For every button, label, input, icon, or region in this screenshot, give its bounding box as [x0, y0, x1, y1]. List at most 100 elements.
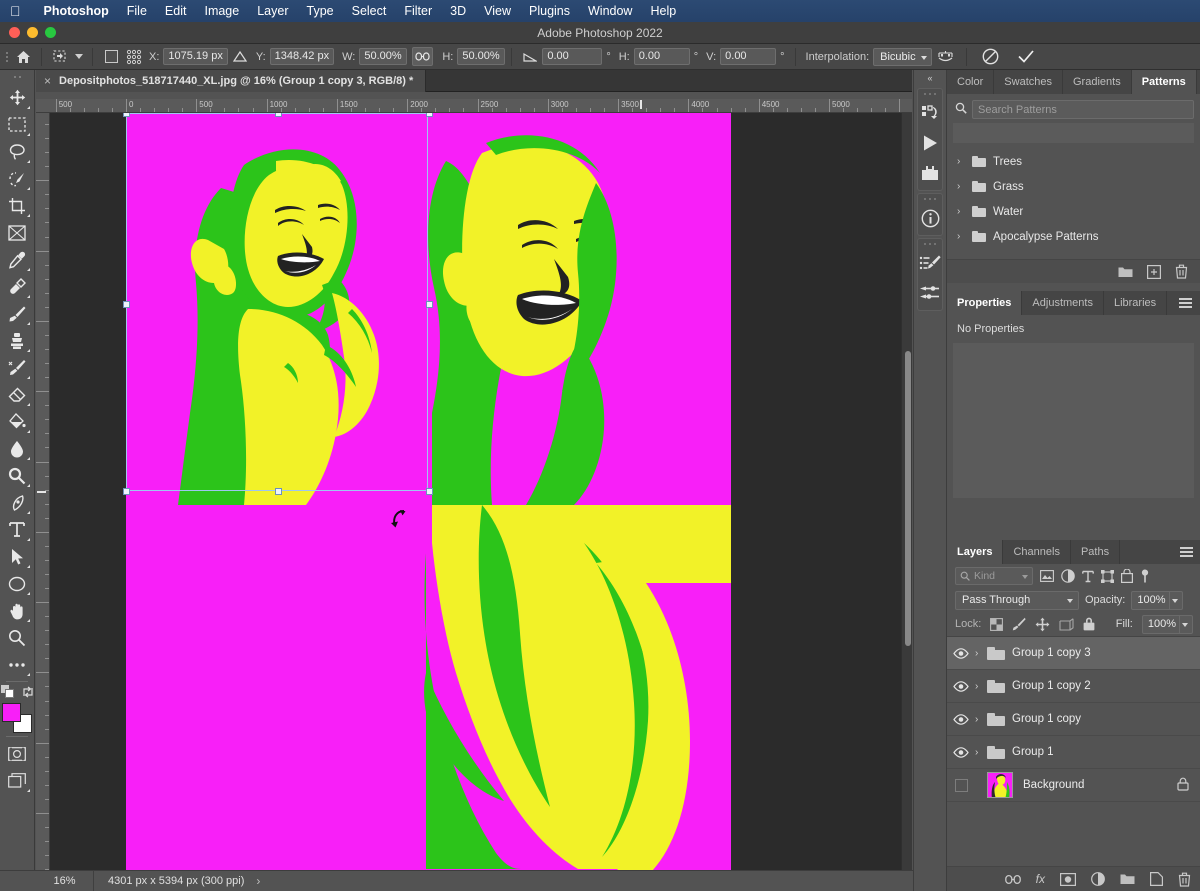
ellipse-tool[interactable] — [2, 570, 32, 597]
pen-tool[interactable] — [2, 489, 32, 516]
collapse-panels-icon[interactable]: « — [914, 70, 946, 86]
menu-item-edit[interactable]: Edit — [156, 4, 196, 18]
vertical-ruler[interactable]: 0500100015002000250030003500400045005000 — [36, 113, 50, 870]
hand-tool[interactable] — [2, 597, 32, 624]
auto-select-checkbox[interactable] — [99, 47, 123, 67]
pattern-group-row[interactable]: ›Grass — [947, 174, 1200, 199]
tab-color[interactable]: Color — [947, 70, 994, 94]
chevron-right-icon[interactable]: › — [957, 181, 965, 192]
chevron-right-icon[interactable]: › — [256, 874, 260, 888]
chevron-right-icon[interactable]: › — [975, 681, 987, 692]
chevron-right-icon[interactable]: › — [975, 714, 987, 725]
artboard[interactable] — [126, 113, 731, 870]
reference-point-grid-icon[interactable] — [123, 47, 145, 67]
chevron-right-icon[interactable]: › — [957, 231, 965, 242]
tab-properties[interactable]: Properties — [947, 291, 1022, 315]
new-group-icon[interactable] — [1118, 266, 1133, 278]
layer-row[interactable]: ›Group 1 copy 2 — [947, 670, 1200, 703]
relative-position-icon[interactable] — [228, 47, 252, 67]
lasso-tool[interactable] — [2, 138, 32, 165]
lock-image-pixels-icon[interactable] — [1012, 617, 1026, 631]
chevron-right-icon[interactable]: › — [975, 648, 987, 659]
layer-row[interactable]: ›Group 1 copy 3 — [947, 637, 1200, 670]
brushes-icon[interactable] — [918, 278, 942, 308]
menu-item-plugins[interactable]: Plugins — [520, 4, 579, 18]
y-position-input[interactable]: 1348.42 px — [270, 48, 334, 65]
panel-menu-icon[interactable] — [1171, 291, 1200, 315]
layer-visibility-toggle[interactable] — [947, 681, 975, 692]
menu-item-view[interactable]: View — [475, 4, 520, 18]
panel-grip[interactable] — [918, 241, 942, 248]
libraries-icon[interactable] — [918, 98, 942, 128]
layer-styles-fx-icon[interactable]: fx — [1036, 872, 1045, 886]
menu-item-photoshop[interactable]: Photoshop — [35, 4, 118, 18]
add-mask-icon[interactable] — [1060, 873, 1076, 886]
crop-tool[interactable] — [2, 192, 32, 219]
blend-mode-select[interactable]: Pass Through — [955, 591, 1079, 610]
tools-panel-grip[interactable] — [7, 72, 27, 82]
zoom-tool[interactable] — [2, 624, 32, 651]
tab-libraries[interactable]: Libraries — [1104, 291, 1167, 315]
zoom-level[interactable]: 16% — [36, 871, 94, 891]
tab-channels[interactable]: Channels — [1003, 540, 1070, 564]
foreground-color-swatch[interactable] — [2, 703, 21, 722]
move-tool-preset-icon[interactable] — [48, 47, 72, 67]
menu-item-3d[interactable]: 3D — [441, 4, 475, 18]
link-chain-icon[interactable] — [412, 47, 433, 66]
smart-object-filter-icon[interactable] — [1121, 569, 1133, 583]
menu-item-select[interactable]: Select — [343, 4, 396, 18]
x-position-input[interactable]: 1075.19 px — [163, 48, 227, 65]
warp-mode-icon[interactable] — [932, 47, 960, 67]
rotation-angle-input[interactable]: 0.00 — [542, 48, 602, 65]
panel-menu-icon[interactable] — [1172, 540, 1200, 564]
tab-swatches[interactable]: Swatches — [994, 70, 1063, 94]
scrollbar-thumb[interactable] — [905, 351, 911, 646]
lock-position-icon[interactable] — [1035, 617, 1050, 632]
canvas-vertical-scrollbar[interactable] — [901, 113, 912, 870]
swap-colors-icon[interactable] — [22, 686, 34, 701]
layer-visibility-toggle[interactable] — [947, 648, 975, 659]
type-layers-filter-icon[interactable] — [1082, 570, 1094, 583]
path-selection-tool[interactable] — [2, 543, 32, 570]
rotate-angle-icon[interactable] — [518, 47, 542, 67]
new-group-icon[interactable] — [1120, 873, 1135, 885]
shape-layers-filter-icon[interactable] — [1101, 570, 1114, 583]
spot-healing-brush-tool[interactable] — [2, 273, 32, 300]
lock-all-icon[interactable] — [1083, 617, 1095, 631]
object-selection-tool[interactable] — [2, 165, 32, 192]
play-actions-icon[interactable] — [918, 128, 942, 158]
layer-row[interactable]: Background — [947, 769, 1200, 802]
layer-visibility-toggle[interactable] — [947, 779, 975, 792]
dodge-tool[interactable] — [2, 462, 32, 489]
new-pattern-icon[interactable] — [1147, 265, 1161, 279]
eraser-tool[interactable] — [2, 381, 32, 408]
lock-artboard-nesting-icon[interactable] — [1059, 618, 1074, 631]
menu-item-window[interactable]: Window — [579, 4, 641, 18]
layer-filter-kind-select[interactable]: Kind — [955, 567, 1033, 585]
history-icon[interactable] — [918, 158, 942, 188]
panel-grip[interactable] — [918, 196, 942, 203]
height-input[interactable]: 50.00% — [457, 48, 505, 65]
tab-adjustments[interactable]: Adjustments — [1022, 291, 1104, 315]
width-input[interactable]: 50.00% — [359, 48, 407, 65]
menu-item-layer[interactable]: Layer — [248, 4, 297, 18]
interpolation-select[interactable]: Bicubic — [873, 48, 931, 66]
quick-mask-icon[interactable] — [2, 740, 32, 767]
new-layer-icon[interactable] — [1150, 872, 1163, 886]
skew-vertical-input[interactable]: 0.00 — [720, 48, 776, 65]
menu-item-image[interactable]: Image — [195, 4, 248, 18]
menu-item-file[interactable]: File — [118, 4, 156, 18]
options-bar-grip[interactable] — [2, 48, 11, 66]
blur-tool[interactable] — [2, 435, 32, 462]
tab-patterns[interactable]: Patterns — [1132, 70, 1197, 94]
skew-horizontal-input[interactable]: 0.00 — [634, 48, 690, 65]
new-adjustment-layer-icon[interactable] — [1091, 872, 1105, 886]
eyedropper-tool[interactable] — [2, 246, 32, 273]
horizontal-type-tool[interactable] — [2, 516, 32, 543]
pattern-group-row[interactable]: ›Trees — [947, 149, 1200, 174]
brush-tool[interactable] — [2, 300, 32, 327]
lock-transparent-pixels-icon[interactable] — [990, 618, 1003, 631]
history-brush-tool[interactable] — [2, 354, 32, 381]
adjustment-layers-filter-icon[interactable] — [1061, 569, 1075, 583]
gradient-tool[interactable] — [2, 408, 32, 435]
